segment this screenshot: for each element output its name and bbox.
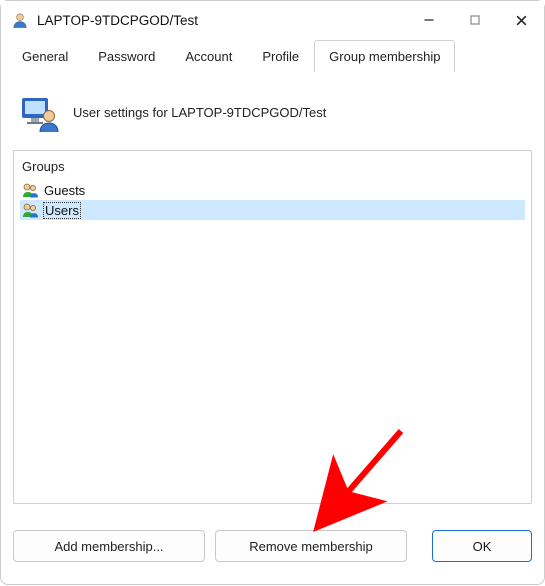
users-group-icon	[22, 182, 38, 198]
hero: User settings for LAPTOP-9TDCPGOD/Test	[13, 88, 532, 150]
add-membership-button[interactable]: Add membership...	[13, 530, 205, 562]
dialog-footer: Add membership... Remove membership OK	[1, 516, 544, 574]
tab-strip: General Password Account Profile Group m…	[1, 39, 544, 72]
group-name: Guests	[44, 183, 85, 198]
maximize-button[interactable]	[452, 1, 498, 39]
tab-password[interactable]: Password	[83, 40, 170, 72]
list-item[interactable]: Users	[20, 200, 525, 220]
tab-profile[interactable]: Profile	[247, 40, 314, 72]
groups-list[interactable]: Groups Guests Users	[13, 150, 532, 504]
titlebar: LAPTOP-9TDCPGOD/Test	[1, 1, 544, 39]
window-controls	[406, 1, 544, 39]
user-settings-icon	[19, 92, 59, 132]
tab-account[interactable]: Account	[170, 40, 247, 72]
list-item[interactable]: Guests	[20, 180, 525, 200]
hero-text: User settings for LAPTOP-9TDCPGOD/Test	[73, 105, 326, 120]
close-button[interactable]	[498, 1, 544, 39]
groups-heading: Groups	[20, 157, 525, 180]
tab-general[interactable]: General	[7, 40, 83, 72]
group-name: Users	[44, 203, 80, 218]
tab-group-membership[interactable]: Group membership	[314, 40, 455, 72]
panel-group-membership: User settings for LAPTOP-9TDCPGOD/Test G…	[1, 72, 544, 516]
remove-membership-button[interactable]: Remove membership	[215, 530, 407, 562]
window-title: LAPTOP-9TDCPGOD/Test	[37, 13, 406, 28]
users-group-icon	[22, 202, 38, 218]
user-icon	[11, 11, 29, 29]
ok-button[interactable]: OK	[432, 530, 532, 562]
minimize-button[interactable]	[406, 1, 452, 39]
